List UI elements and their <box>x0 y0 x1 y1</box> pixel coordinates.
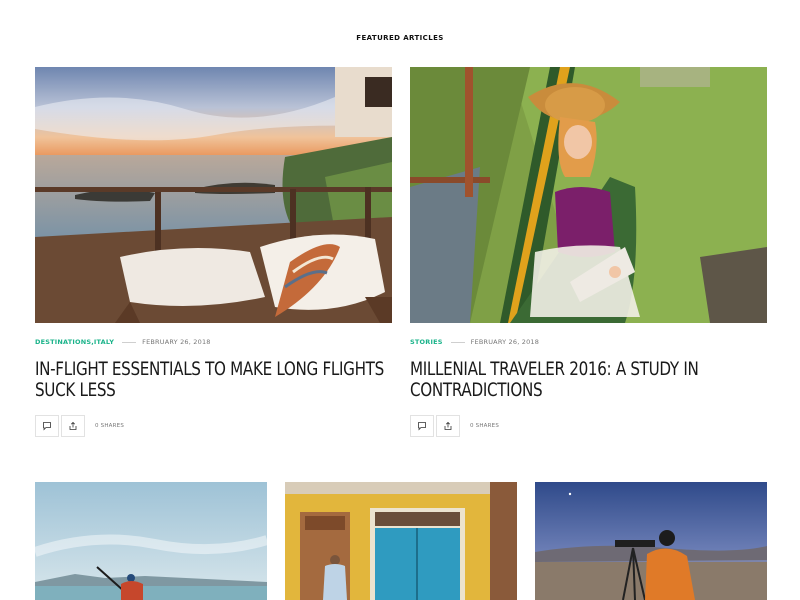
section-title: FEATURED ARTICLES <box>356 34 444 42</box>
article-title-link[interactable]: IN-FLIGHT ESSENTIALS TO MAKE LONG FLIGHT… <box>35 359 392 401</box>
article-category-link[interactable]: STORIES <box>410 338 443 346</box>
article-image-hammock[interactable] <box>410 67 767 323</box>
comment-button[interactable] <box>410 415 434 437</box>
share-button[interactable] <box>61 415 85 437</box>
meta-divider <box>450 341 465 343</box>
article-category-link[interactable]: DESTINATIONS,ITALY <box>35 338 114 346</box>
comment-button[interactable] <box>35 415 59 437</box>
share-button[interactable] <box>436 415 460 437</box>
article-card <box>285 482 517 600</box>
article-image-telescope[interactable] <box>535 482 767 600</box>
article-date: FEBRUARY 26, 2018 <box>142 338 211 346</box>
article-card: DESTINATIONS,ITALY FEBRUARY 26, 2018 IN-… <box>35 67 392 437</box>
article-card <box>35 482 267 600</box>
article-image-kayak[interactable] <box>35 482 267 600</box>
share-icon <box>69 421 77 430</box>
article-actions: 0 SHARES <box>410 415 767 437</box>
article-meta: DESTINATIONS,ITALY FEBRUARY 26, 2018 <box>35 337 392 347</box>
share-count: 0 SHARES <box>470 423 500 429</box>
article-image-blue-door[interactable] <box>285 482 517 600</box>
meta-divider <box>122 341 137 343</box>
article-actions: 0 SHARES <box>35 415 392 437</box>
article-card <box>535 482 767 600</box>
share-count: 0 SHARES <box>95 423 125 429</box>
article-image-balcony-sunset[interactable] <box>35 67 392 323</box>
share-icon <box>444 421 452 430</box>
comment-icon <box>418 422 426 431</box>
article-card: STORIES FEBRUARY 26, 2018 MILLENIAL TRAV… <box>410 67 767 437</box>
article-meta: STORIES FEBRUARY 26, 2018 <box>410 337 767 347</box>
article-date: FEBRUARY 26, 2018 <box>470 338 540 346</box>
comment-icon <box>43 422 51 431</box>
article-title-link[interactable]: MILLENIAL TRAVELER 2016: A STUDY IN CONT… <box>410 359 767 401</box>
